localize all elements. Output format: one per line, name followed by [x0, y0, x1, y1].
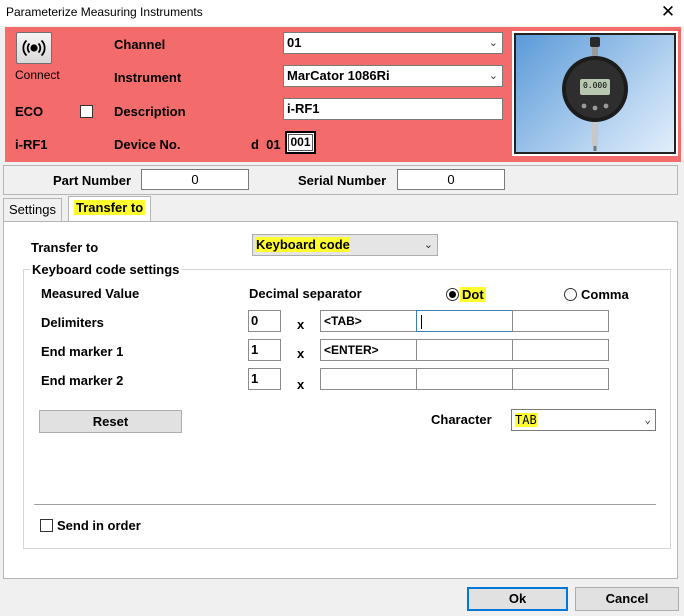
tab-settings[interactable]: Settings — [3, 198, 62, 221]
send-in-order-checkbox[interactable] — [40, 519, 53, 532]
end-marker-1-label: End marker 1 — [41, 344, 124, 359]
title-bar: Parameterize Measuring Instruments ✕ — [0, 0, 684, 26]
device-name-label: i-RF1 — [15, 137, 48, 152]
part-number-label: Part Number — [53, 173, 132, 188]
reset-button[interactable]: Reset — [39, 410, 182, 433]
eco-label: ECO — [15, 104, 44, 119]
radio-selected-icon — [446, 288, 459, 301]
send-in-order-label: Send in order — [57, 518, 141, 533]
comma-radio[interactable]: Comma — [563, 287, 643, 304]
instrument-label: Instrument — [114, 70, 182, 85]
eco-checkbox[interactable] — [80, 105, 93, 118]
description-input[interactable]: i-RF1 — [283, 98, 503, 120]
decimal-separator-label: Decimal separator — [249, 286, 362, 301]
character-select[interactable]: TAB ⌄ — [511, 409, 656, 431]
channel-value: 01 — [287, 35, 302, 50]
chevron-down-icon: ⌄ — [488, 70, 498, 82]
channel-label: Channel — [114, 37, 166, 52]
instrument-select[interactable]: MarCator 1086Ri ⌄ — [283, 65, 503, 87]
delimiters-cell-2[interactable] — [416, 310, 513, 332]
character-label: Character — [431, 412, 492, 427]
end-marker-2-label: End marker 2 — [41, 373, 124, 388]
text-cursor — [421, 314, 422, 329]
transfer-to-label: Transfer to — [31, 240, 99, 255]
connect-label: Connect — [15, 68, 60, 82]
group-title: Keyboard code settings — [30, 262, 182, 277]
part-number-input[interactable]: 0 — [141, 169, 249, 190]
radio-unselected-icon — [564, 288, 577, 301]
serial-number-label: Serial Number — [298, 173, 387, 188]
end-marker-2-count-input[interactable]: 1 — [248, 368, 281, 390]
transfer-to-select[interactable]: Keyboard code ⌄ — [252, 234, 438, 256]
end-marker-2-cell-3[interactable] — [512, 368, 609, 390]
delimiters-cell-1[interactable]: <TAB> — [320, 310, 417, 332]
end-marker-2-cell-1[interactable] — [320, 368, 417, 390]
instrument-image: 0.000 — [512, 31, 678, 156]
device-no-label: Device No. — [114, 137, 181, 152]
serial-number-input[interactable]: 0 — [397, 169, 505, 190]
chevron-down-icon: ⌄ — [488, 37, 498, 49]
instrument-header: Connect ECO i-RF1 Channel 01 ⌄ Instrumen… — [5, 27, 681, 162]
dot-label: Dot — [460, 287, 486, 302]
times-label: x — [297, 317, 305, 332]
chevron-down-icon: ⌄ — [423, 239, 433, 251]
delimiters-label: Delimiters — [41, 315, 104, 330]
device-no-prefix: d 01 — [251, 137, 281, 152]
keyboard-code-settings-group: Keyboard code settings Measured Value De… — [23, 262, 671, 549]
comma-label: Comma — [581, 287, 629, 302]
tab-transfer-to-label: Transfer to — [74, 200, 146, 215]
divider — [34, 504, 656, 505]
instrument-value: MarCator 1086Ri — [287, 68, 390, 83]
measured-value-label: Measured Value — [41, 286, 140, 301]
part-number-row: Part Number 0 Serial Number 0 — [3, 165, 678, 195]
cancel-button[interactable]: Cancel — [575, 587, 679, 611]
dial-gauge-image — [562, 37, 628, 151]
chevron-down-icon: ⌄ — [644, 413, 651, 426]
gauge-display: 0.000 — [582, 81, 608, 90]
character-value: TAB — [515, 413, 537, 427]
device-no-value: 001 — [288, 134, 313, 151]
times-label: x — [297, 346, 305, 361]
tab-transfer-to[interactable]: Transfer to — [68, 196, 152, 221]
delimiters-count-input[interactable]: 0 — [248, 310, 281, 332]
end-marker-1-cell-2[interactable] — [416, 339, 513, 361]
channel-select[interactable]: 01 ⌄ — [283, 32, 503, 54]
broadcast-icon — [22, 39, 46, 57]
end-marker-1-cell-1[interactable]: <ENTER> — [320, 339, 417, 361]
window-title: Parameterize Measuring Instruments — [6, 5, 203, 19]
dot-radio[interactable]: Dot — [444, 287, 514, 304]
connect-button[interactable] — [16, 32, 52, 64]
times-label: x — [297, 377, 305, 392]
delimiters-cell-3[interactable] — [512, 310, 609, 332]
close-icon[interactable]: ✕ — [655, 1, 681, 23]
end-marker-1-cell-3[interactable] — [512, 339, 609, 361]
end-marker-2-cell-2[interactable] — [416, 368, 513, 390]
ok-button[interactable]: Ok — [467, 587, 568, 611]
device-no-input[interactable]: 001 — [285, 131, 316, 154]
transfer-to-value: Keyboard code — [256, 237, 350, 252]
transfer-panel: Transfer to Keyboard code ⌄ Keyboard cod… — [3, 221, 678, 579]
description-label: Description — [114, 104, 186, 119]
end-marker-1-count-input[interactable]: 1 — [248, 339, 281, 361]
